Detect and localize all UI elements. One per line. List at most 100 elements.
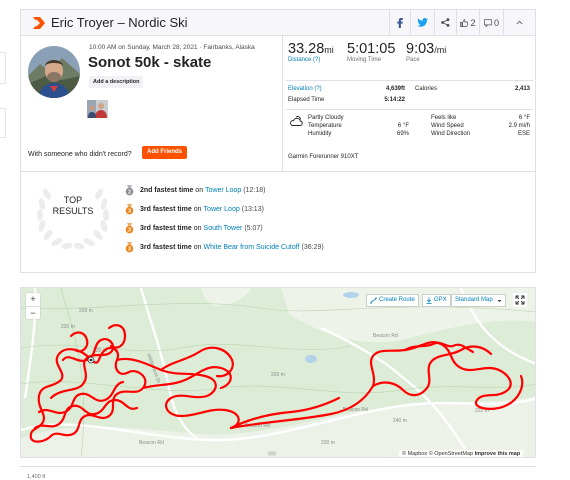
zoom-out-button[interactable]: − (26, 307, 40, 320)
calories-value: 2,413 (514, 86, 530, 92)
gpx-label: GPX (434, 297, 447, 303)
svg-text:3: 3 (128, 208, 131, 214)
activity-date-location: 10:00 AM on Sunday, March 28, 2021 · Fai… (89, 44, 255, 51)
photo-image (87, 100, 108, 118)
road-label: Beacon Rd (139, 440, 164, 446)
create-route-label: Create Route (379, 297, 415, 303)
activity-photo-thumbnail[interactable] (87, 100, 108, 118)
improve-map-link[interactable]: Improve this map (475, 451, 521, 457)
achievement-segment-link[interactable]: Tower Loop (205, 187, 241, 194)
elevation-value: 4,639ft (385, 86, 405, 92)
top-results-title: TOP RESULTS (43, 195, 103, 217)
download-icon (426, 297, 432, 304)
map-attribution: © Mapbox © OpenStreetMap Improve this ma… (399, 450, 524, 457)
resize-grip-icon[interactable] (268, 451, 276, 456)
route-icon (370, 297, 377, 304)
pace-label: Pace (406, 57, 420, 63)
achievement-on: on (193, 224, 202, 232)
silver-medal-icon: 2 (125, 184, 134, 195)
distance-stat: 33.28mi Distance (?) (288, 41, 334, 63)
contour-label: 240 m (393, 418, 407, 424)
achievement-segment-link[interactable]: South Tower (204, 225, 243, 232)
facebook-icon (397, 17, 403, 28)
add-description-button[interactable]: Add a description (89, 76, 144, 88)
pace-stat: 9:03/mi Pace (406, 41, 446, 63)
lake (343, 292, 359, 298)
collapse-button[interactable] (503, 10, 535, 35)
temperature-label: Temperature (308, 123, 342, 129)
twitter-icon (417, 18, 428, 27)
wind-speed-label: Wind Speed (431, 123, 464, 129)
temperature-value: 6 °F (397, 123, 409, 129)
wind-direction-label: Wind Direction (431, 131, 471, 137)
fullscreen-button[interactable] (513, 293, 527, 307)
elevation-label[interactable]: Elevation (?) (288, 86, 322, 92)
twitter-share-button[interactable] (410, 10, 434, 35)
start-marker[interactable] (87, 356, 95, 364)
partly-cloudy-icon (290, 116, 303, 126)
mapbox-attribution[interactable]: © Mapbox (402, 451, 427, 457)
achievement-rank: 3rd fastest time (140, 205, 192, 213)
with-someone-text: With someone who didn't record? (28, 151, 132, 158)
stats-divider (286, 109, 533, 110)
zoom-in-button[interactable]: + (26, 293, 40, 306)
achievement-on: on (193, 243, 202, 251)
elapsed-time-label: Elapsed Time (288, 97, 325, 103)
distance-value: 33.28 (288, 41, 325, 57)
elevation-chart: 1,400 ft (20, 466, 536, 480)
achievement-time: (36:29) (301, 243, 324, 251)
distance-label[interactable]: Distance (?) (288, 57, 334, 63)
share-icon (441, 18, 450, 27)
achievement-row: 3 3rd fastest time on Tower Loop (13:13) (125, 203, 264, 215)
distance-unit: mi (324, 45, 334, 55)
bronze-medal-icon: 3 (125, 203, 134, 214)
gpx-download-button[interactable]: GPX (422, 294, 451, 307)
achievement-row: 3 3rd fastest time on White Bear from Suici… (125, 241, 324, 253)
kudos-count: 2 (470, 17, 476, 28)
facebook-share-button[interactable] (389, 10, 410, 35)
strava-chevron-icon (33, 17, 45, 29)
create-route-button[interactable]: Create Route (366, 294, 419, 307)
achievement-on: on (193, 205, 202, 213)
top-results-line1: TOP (63, 195, 83, 205)
activity-card: Eric Troyer – Nordic Ski 2 0 10:00 AM on… (20, 9, 536, 273)
humidity-value: 69% (396, 131, 409, 137)
osm-attribution[interactable]: © OpenStreetMap (429, 451, 473, 457)
comment-button[interactable]: 0 (479, 10, 503, 35)
chevron-up-icon (516, 20, 523, 25)
athlete-photo (28, 46, 80, 98)
achievement-segment-link[interactable]: Tower Loop (204, 206, 240, 213)
expand-icon (515, 295, 525, 305)
athlete-avatar[interactable] (28, 46, 80, 98)
thumbs-up-icon (460, 18, 469, 27)
cleared-area (201, 288, 251, 306)
map-style-select[interactable]: Standard Map (451, 294, 506, 307)
wind-direction-value: ESE (517, 131, 530, 137)
bronze-medal-icon: 3 (125, 241, 134, 252)
moving-time-value: 5:01:05 (347, 41, 396, 57)
achievement-segment-link[interactable]: White Bear from Suicide Cutoff (204, 244, 300, 251)
pace-unit: /mi (434, 45, 447, 55)
contour-label: 220 m (61, 324, 75, 330)
comment-icon (484, 18, 492, 27)
weather-condition: Partly Cloudy (308, 115, 344, 121)
achievement-rank: 2nd fastest time (140, 186, 194, 194)
top-results-line2: RESULTS (52, 206, 94, 216)
achievement-time: (5:07) (244, 224, 263, 232)
feels-like-label: Feels like (431, 115, 457, 121)
add-friends-button[interactable]: Add Friends (142, 146, 188, 159)
road-label: Beacon Rd (373, 333, 398, 339)
moving-time-label: Moving Time (347, 57, 382, 63)
bronze-medal-icon: 3 (125, 222, 134, 233)
left-edge-cards (0, 0, 6, 480)
svg-text:3: 3 (128, 227, 131, 233)
achievement-on: on (195, 186, 204, 194)
kudos-button[interactable]: 2 (456, 10, 479, 35)
share-button[interactable] (434, 10, 456, 35)
stats-divider (286, 80, 533, 81)
achievement-row: 3 3rd fastest time on South Tower (5:07) (125, 222, 263, 234)
route-map[interactable]: Wilderness Dr Beacon Rd Beacon Rd Beacon… (20, 287, 536, 458)
left-card-fragment (0, 52, 6, 84)
left-card-fragment (0, 108, 6, 138)
map-canvas[interactable]: Wilderness Dr Beacon Rd Beacon Rd Beacon… (21, 288, 536, 458)
